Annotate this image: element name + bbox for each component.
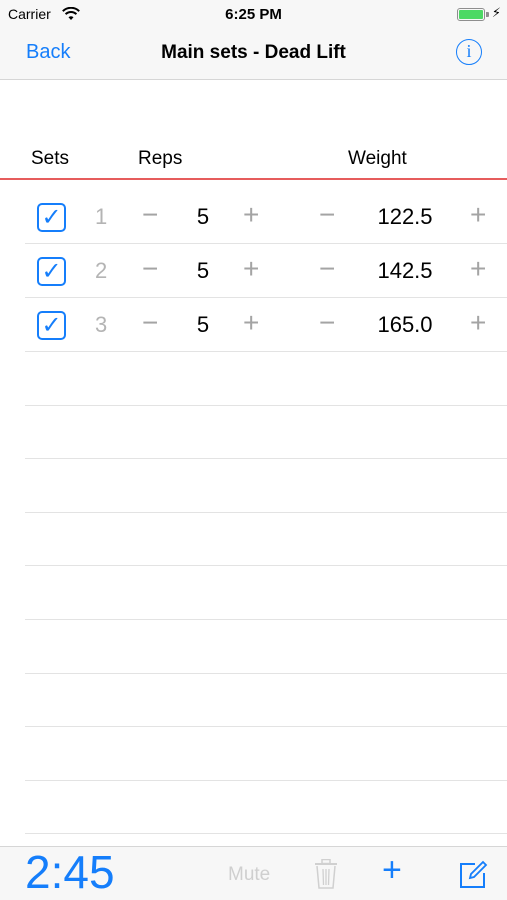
set-checkbox[interactable]: ✓ [37,203,66,232]
weight-decrement-button[interactable]: − [319,308,335,338]
empty-row [25,566,507,620]
set-checkbox[interactable]: ✓ [37,311,66,340]
reps-increment-button[interactable]: + [243,200,259,230]
empty-row [25,781,507,835]
reps-decrement-button[interactable]: − [142,200,158,230]
rest-timer[interactable]: 2:45 [25,845,115,899]
sets-table: ✓ 1 − 5 + − 122.5 + ✓ 2 − 5 + − 142.5 + … [25,190,507,835]
compose-icon[interactable] [458,859,488,894]
navigation-bar: Back Main sets - Dead Lift i [0,30,507,80]
column-headers: Sets Reps Weight [0,140,507,180]
empty-row [25,406,507,460]
weight-value: 165.0 [377,312,433,337]
reps-increment-button[interactable]: + [243,254,259,284]
info-icon[interactable]: i [456,39,482,65]
empty-row [25,727,507,781]
set-row: ✓ 2 − 5 + − 142.5 + [25,244,507,298]
set-row: ✓ 1 − 5 + − 122.5 + [25,190,507,244]
trash-icon[interactable] [314,858,338,894]
status-bar: Carrier 6:25 PM ⚡ [0,0,507,30]
reps-value: 5 [196,258,210,283]
reps-value: 5 [196,312,210,337]
reps-decrement-button[interactable]: − [142,254,158,284]
weight-increment-button[interactable]: + [470,200,486,230]
set-row: ✓ 3 − 5 + − 165.0 + [25,298,507,352]
header-weight: Weight [348,148,407,169]
weight-decrement-button[interactable]: − [319,200,335,230]
set-number: 3 [95,312,108,337]
weight-increment-button[interactable]: + [470,254,486,284]
battery-icon [457,8,485,21]
weight-value: 142.5 [377,258,433,283]
empty-row [25,674,507,728]
set-number: 2 [95,258,108,283]
empty-row [25,620,507,674]
reps-value: 5 [196,204,210,229]
reps-increment-button[interactable]: + [243,308,259,338]
empty-row [25,459,507,513]
status-time: 6:25 PM [225,6,282,23]
header-sets: Sets [31,148,70,169]
set-checkbox[interactable]: ✓ [37,257,66,286]
battery-cap [486,12,489,17]
add-set-button[interactable]: + [382,851,402,890]
empty-row [25,513,507,567]
header-reps: Reps [138,148,183,169]
charging-bolt-icon: ⚡ [491,5,501,20]
page-title: Main sets - Dead Lift [161,42,346,63]
empty-row [25,352,507,406]
weight-decrement-button[interactable]: − [319,254,335,284]
weight-value: 122.5 [377,204,433,229]
mute-button[interactable]: Mute [228,864,270,886]
reps-decrement-button[interactable]: − [142,308,158,338]
set-number: 1 [95,204,108,229]
bottom-toolbar: 2:45 Mute + [0,846,507,900]
weight-increment-button[interactable]: + [470,308,486,338]
